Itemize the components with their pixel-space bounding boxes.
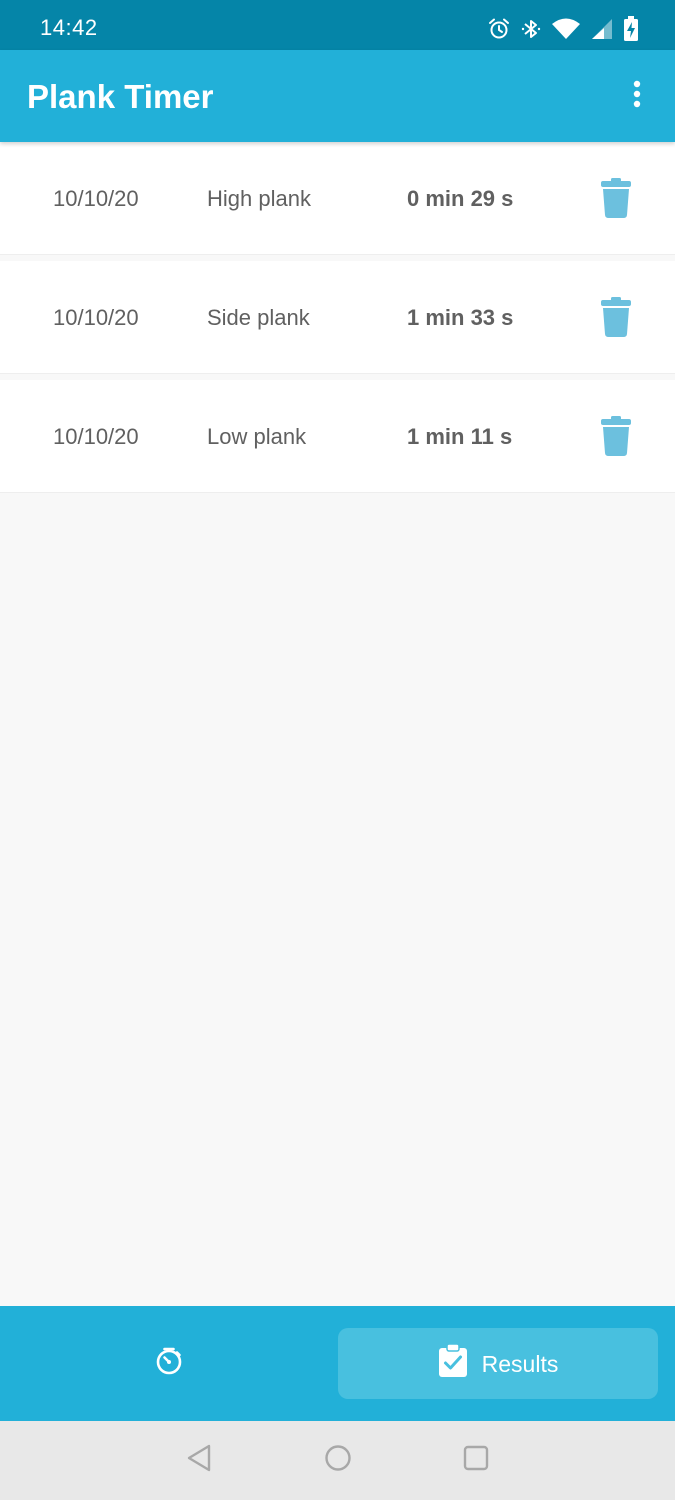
- status-icons: [487, 15, 639, 43]
- delete-result-button[interactable]: [596, 296, 636, 342]
- result-plank-type: Low plank: [207, 424, 307, 449]
- result-row: 10/10/20 High plank 0 min 29 s: [0, 142, 675, 255]
- result-row: 10/10/20 Low plank 1 min 11 s: [0, 380, 675, 493]
- result-duration: 1 min 33 s: [407, 305, 514, 330]
- trash-icon: [600, 296, 632, 342]
- home-icon: [323, 1443, 353, 1478]
- status-time: 14:42: [40, 15, 98, 40]
- result-row: 10/10/20 Side plank 1 min 33 s: [0, 261, 675, 374]
- wifi-icon: [551, 17, 581, 41]
- screen: 14:42 Plank Timer 10/10/20 High plank 0 …: [0, 0, 675, 1500]
- result-duration: 0 min 29 s: [407, 186, 514, 211]
- trash-icon: [600, 177, 632, 223]
- tab-results-label: Results: [481, 1350, 559, 1377]
- cell-signal-icon: [591, 17, 613, 41]
- tab-timer[interactable]: [0, 1306, 337, 1421]
- stopwatch-icon: [154, 1346, 184, 1381]
- system-recents-button[interactable]: [459, 1443, 493, 1477]
- results-list: 10/10/20 High plank 0 min 29 s 10/10/20 …: [0, 142, 675, 499]
- delete-result-button[interactable]: [596, 415, 636, 461]
- bottom-navigation: Results: [0, 1306, 675, 1421]
- page-title: Plank Timer: [27, 78, 214, 115]
- status-bar: 14:42: [0, 0, 675, 50]
- alarm-icon: [487, 17, 511, 41]
- battery-charging-icon: [623, 16, 639, 42]
- tab-results[interactable]: Results: [338, 1328, 658, 1399]
- back-icon: [185, 1443, 213, 1478]
- system-back-button[interactable]: [182, 1443, 216, 1477]
- overflow-menu-button[interactable]: [617, 74, 657, 118]
- result-plank-type: High plank: [207, 186, 311, 211]
- trash-icon: [600, 415, 632, 461]
- result-duration: 1 min 11 s: [407, 424, 513, 449]
- system-navigation-bar: [0, 1421, 675, 1500]
- recents-icon: [462, 1444, 490, 1477]
- delete-result-button[interactable]: [596, 177, 636, 223]
- overflow-menu-icon: [633, 80, 641, 113]
- system-home-button[interactable]: [321, 1443, 355, 1477]
- app-bar: Plank Timer: [0, 50, 675, 142]
- result-plank-type: Side plank: [207, 305, 310, 330]
- result-date: 10/10/20: [53, 186, 139, 211]
- result-date: 10/10/20: [53, 305, 139, 330]
- clipboard-check-icon: [438, 1343, 468, 1383]
- result-date: 10/10/20: [53, 424, 139, 449]
- bluetooth-icon: [521, 17, 541, 41]
